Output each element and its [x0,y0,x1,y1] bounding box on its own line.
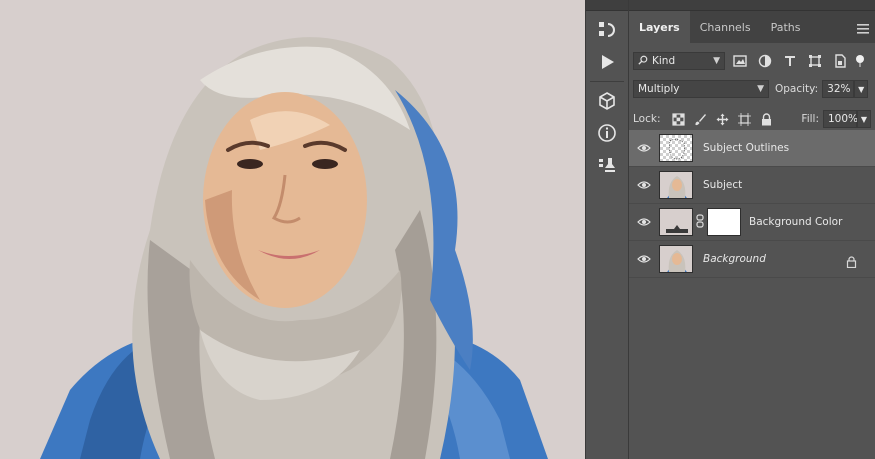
layer-name: Subject Outlines [703,142,790,154]
panel-collapse-bar[interactable] [629,0,875,11]
shape-filter-icon[interactable] [805,52,825,70]
pixel-filter-icon[interactable] [730,52,750,70]
lock-all-icon[interactable] [756,110,776,128]
document-canvas[interactable] [0,0,585,459]
chevron-down-icon: ▼ [713,56,720,66]
visibility-eye-icon[interactable] [629,254,659,264]
toolstrip-collapse-bar[interactable] [586,0,628,11]
layer-row[interactable]: Subject [629,167,875,204]
play-action-icon[interactable] [590,49,624,75]
filter-row: Kind ▼ [629,47,875,75]
opacity-input[interactable]: 32% [822,80,855,98]
panel-tabs: Layers Channels Paths [629,11,875,43]
adjustment-filter-icon[interactable] [755,52,775,70]
smart-object-filter-icon[interactable] [830,52,850,70]
chevron-down-icon: ▼ [757,84,764,94]
fill-input[interactable]: 100% [823,110,858,128]
lock-position-icon[interactable] [712,110,732,128]
lock-image-pixels-icon[interactable] [690,110,710,128]
layer-name: Background Color [749,216,843,228]
opacity-dropdown[interactable]: ▼ [854,80,869,98]
tool-strip [585,0,629,459]
blend-mode-select[interactable]: Multiply ▼ [633,80,769,98]
blend-row: Multiply ▼ Opacity: 32% ▼ [629,75,875,103]
chevron-down-icon: ▼ [860,114,868,124]
layer-thumbnail [659,245,693,273]
tab-paths[interactable]: Paths [761,11,811,43]
layer-row[interactable]: Background [629,241,875,278]
tab-channels[interactable]: Channels [690,11,761,43]
layer-mask-thumbnail[interactable] [707,208,741,236]
blend-mode-value: Multiply [638,83,680,95]
3d-icon[interactable] [590,88,624,114]
visibility-eye-icon[interactable] [629,143,659,153]
layer-thumbnail [659,208,693,236]
visibility-eye-icon[interactable] [629,180,659,190]
layer-row[interactable]: Background Color [629,204,875,241]
filter-kind-select[interactable]: Kind ▼ [633,52,725,70]
lock-icon [846,253,857,272]
layer-name: Background [703,253,766,265]
chain-link-icon[interactable] [696,213,704,232]
filter-toggle-icon[interactable] [855,52,865,70]
history-icon[interactable] [590,17,624,43]
visibility-eye-icon[interactable] [629,217,659,227]
layers-panel: Layers Channels Paths Kind ▼ Multiply ▼ … [629,0,875,459]
filter-kind-label: Kind [652,55,676,67]
search-icon [638,55,648,68]
panel-menu-icon[interactable] [857,20,869,34]
layer-name: Subject [703,179,743,191]
info-icon[interactable] [590,120,624,146]
chevron-down-icon: ▼ [858,84,865,94]
right-eye [312,159,338,169]
opacity-label: Opacity: [775,83,819,95]
lock-label: Lock: [633,113,661,125]
lock-row: Lock: Fill: 100% ▼ [629,105,875,133]
portrait-illustration [40,37,548,459]
layer-thumbnail [659,171,693,199]
layers-list: Subject Outlines Subject Background Colo… [629,130,875,278]
lock-transparent-pixels-icon[interactable] [668,110,688,128]
left-eye [237,159,263,169]
type-filter-icon[interactable] [780,52,800,70]
layer-thumbnail [659,134,693,162]
layer-row[interactable]: Subject Outlines [629,130,875,167]
fill-dropdown[interactable]: ▼ [857,110,871,128]
tool-separator [590,81,624,82]
tab-layers[interactable]: Layers [629,11,690,43]
lock-artboard-icon[interactable] [734,110,754,128]
fill-label: Fill: [801,113,819,125]
clone-source-icon[interactable] [590,152,624,178]
